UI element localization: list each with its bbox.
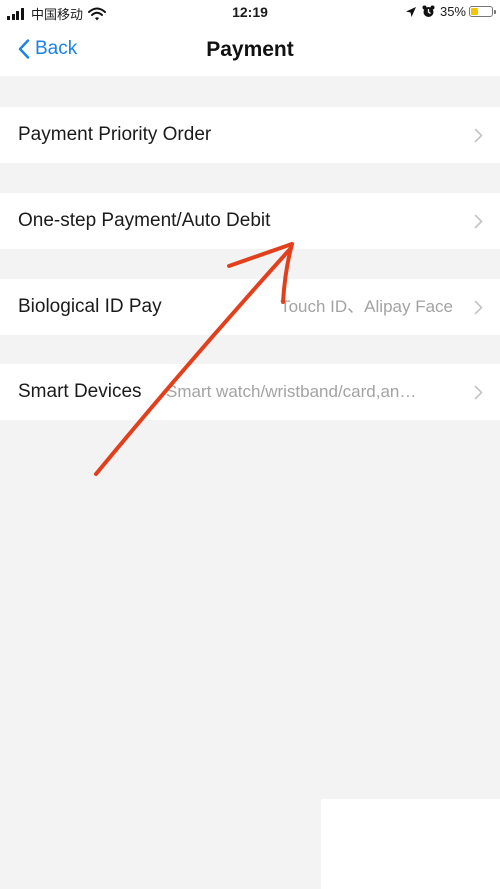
one-step-payment-row[interactable]: One-step Payment/Auto Debit (0, 193, 500, 249)
page-title: Payment (206, 38, 294, 61)
battery-level (471, 8, 478, 15)
alarm-icon (422, 5, 435, 17)
battery-percent: 35% (439, 4, 466, 19)
row-label: Biological ID Pay (18, 296, 162, 317)
nav-bar: Back Payment (0, 26, 500, 76)
status-right: 35% (405, 4, 496, 19)
payment-priority-order-row[interactable]: Payment Priority Order (0, 107, 500, 163)
row-value: Smart watch/wristband/card,an… (166, 382, 417, 401)
status-bar: 中国移动 12:19 35% (0, 0, 500, 26)
row-value: Touch ID、Alipay Face (280, 297, 453, 316)
row-label: Payment Priority Order (18, 124, 212, 145)
location-icon (405, 6, 416, 17)
battery-icon (469, 6, 496, 17)
blank-panel (321, 799, 500, 889)
chevron-right-icon (474, 214, 483, 229)
biological-id-pay-row[interactable]: Biological ID Pay Touch ID、Alipay Face (0, 279, 500, 335)
row-label: One-step Payment/Auto Debit (18, 210, 271, 231)
chevron-right-icon (474, 385, 483, 400)
row-label: Smart Devices (18, 381, 142, 402)
chevron-right-icon (474, 128, 483, 143)
chevron-right-icon (474, 300, 483, 315)
smart-devices-row[interactable]: Smart Devices Smart watch/wristband/card… (0, 364, 500, 420)
